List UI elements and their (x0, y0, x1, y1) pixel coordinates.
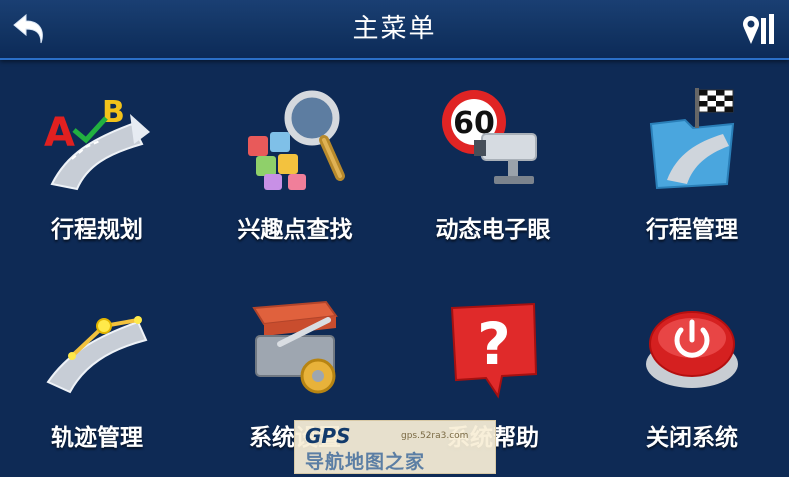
title-bar: 主菜单 (0, 0, 789, 60)
watermark-overlay: GPS gps.52ra3.com 导航地图之家 (294, 420, 496, 474)
route-planning-icon: A B (44, 95, 150, 191)
menu-item-trip-management[interactable]: 行程管理 (597, 64, 787, 254)
signal-badge (739, 10, 779, 50)
menu-label: 轨迹管理 (51, 425, 143, 451)
watermark-name: 导航地图之家 (305, 451, 426, 473)
menu-item-track-management[interactable]: 轨迹管理 (2, 272, 192, 462)
back-arrow-icon (13, 13, 43, 44)
menu-item-route-planning[interactable]: A B 行程规划 (2, 64, 192, 254)
menu-item-poi-search[interactable]: 兴趣点查找 (200, 64, 390, 254)
menu-item-speed-camera[interactable]: 60 动态电子眼 (398, 64, 588, 254)
back-button[interactable] (10, 9, 50, 49)
menu-label: 兴趣点查找 (237, 217, 353, 243)
svg-text:B: B (102, 95, 125, 130)
watermark-site: gps.52ra3.com (401, 431, 469, 441)
menu-label: 行程管理 (646, 217, 738, 243)
trip-management-icon (649, 88, 735, 190)
power-off-icon (646, 311, 738, 388)
menu-item-power-off[interactable]: 关闭系统 (597, 272, 787, 462)
menu-label: 行程规划 (51, 217, 143, 243)
menu-label: 关闭系统 (646, 425, 738, 451)
help-icon: ? (450, 302, 538, 399)
main-menu-grid: A B 行程规划 兴趣点查找 60 动态电子眼 行程管理 轨迹管理 ? 关闭系统 (0, 64, 789, 477)
watermark-brand: GPS (305, 424, 351, 448)
poi-search-icon (248, 90, 345, 190)
track-management-icon (46, 316, 148, 394)
system-settings-icon (252, 300, 338, 394)
svg-text:A: A (44, 110, 75, 156)
speed-camera-icon: 60 (442, 90, 537, 184)
menu-label: 动态电子眼 (435, 217, 551, 243)
signal-badge-icon (743, 14, 774, 44)
svg-text:?: ? (477, 310, 511, 378)
page-title: 主菜单 (352, 14, 437, 44)
